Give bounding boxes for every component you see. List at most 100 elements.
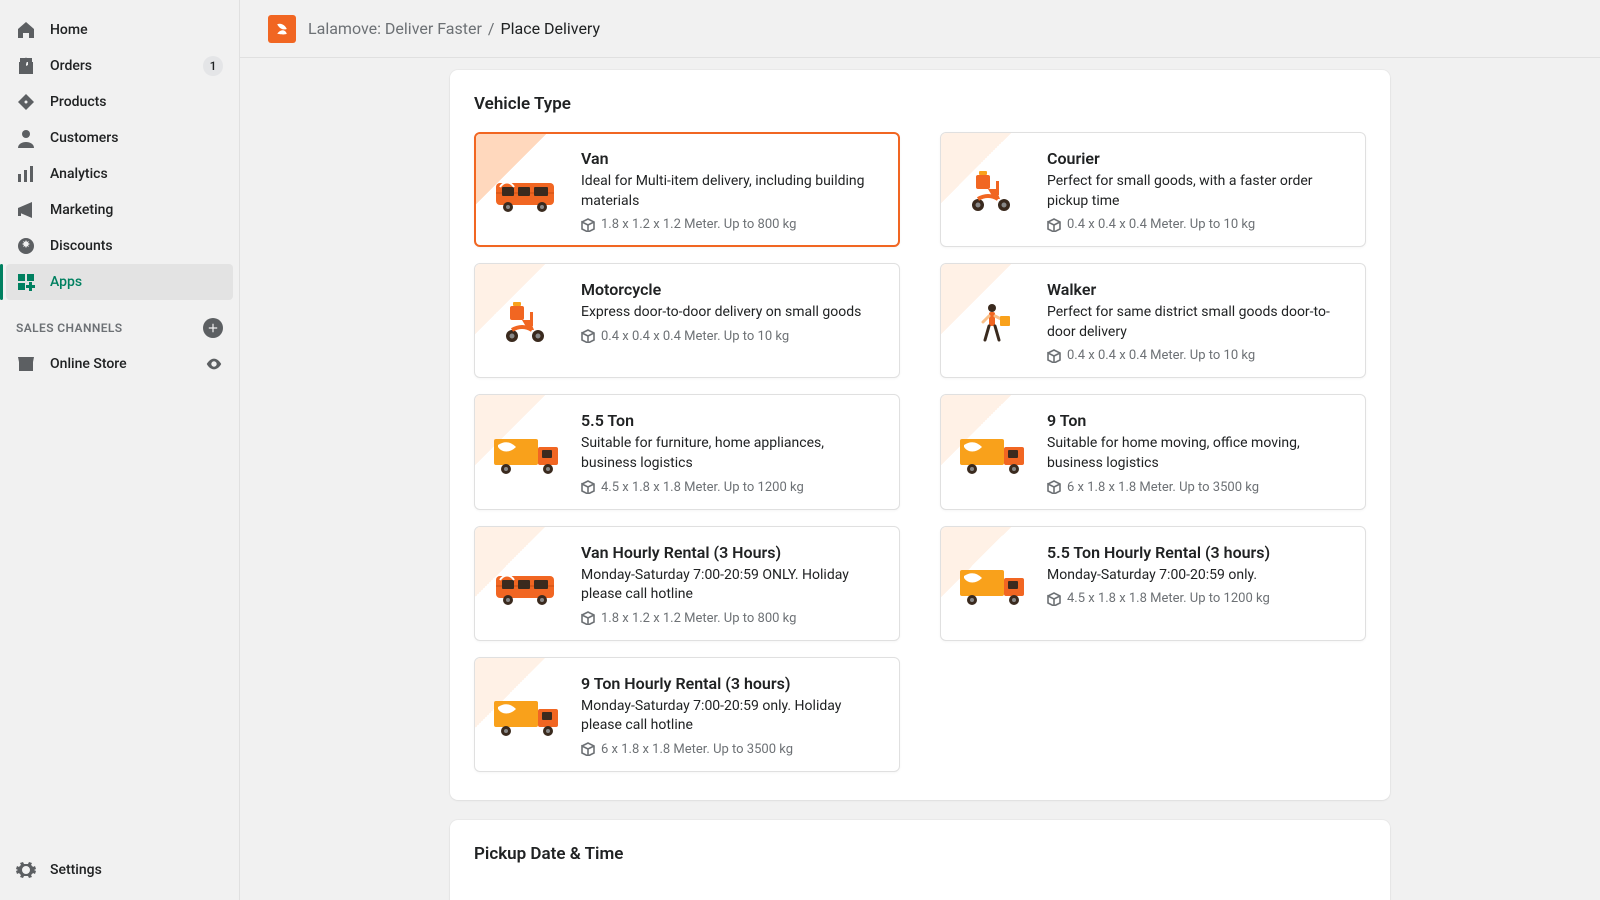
nav-item-label: Products [50,94,107,110]
vehicle-spec-text: 4.5 x 1.8 x 1.8 Meter. Up to 1200 kg [601,480,804,495]
vehicle-option-5-5-ton-hourly-rental-3-hours-[interactable]: 5.5 Ton Hourly Rental (3 hours) Monday-Sa… [940,526,1366,641]
vehicle-spec-text: 6 x 1.8 x 1.8 Meter. Up to 3500 kg [1067,480,1259,495]
channel-online-store[interactable]: Online Store [0,346,239,382]
vehicle-spec: 4.5 x 1.8 x 1.8 Meter. Up to 1200 kg [581,480,881,495]
vehicle-desc: Monday-Saturday 7:00-20:59 only. Holiday… [581,697,881,736]
breadcrumb-app[interactable]: Lalamove: Deliver Faster [308,19,482,38]
pickup-card: Pickup Date & Time [450,820,1390,900]
marketing-icon [16,200,36,220]
vehicle-van-icon [489,149,567,232]
breadcrumb-separator: / [488,19,495,38]
vehicle-spec: 1.8 x 1.2 x 1.2 Meter. Up to 800 kg [581,611,881,626]
vehicle-body: 9 Ton Hourly Rental (3 hours) Monday-Satu… [581,674,881,757]
vehicle-desc: Monday-Saturday 7:00-20:59 ONLY. Holiday… [581,566,881,605]
settings-link[interactable]: Settings [0,846,239,900]
settings-label: Settings [50,862,102,878]
nav-item-marketing[interactable]: Marketing [6,192,233,228]
breadcrumb: Lalamove: Deliver Faster / Place Deliver… [308,19,600,38]
vehicle-body: WalkerPerfect for same district small go… [1047,280,1347,363]
home-icon [16,20,36,40]
vehicle-option-courier[interactable]: CourierPerfect for small goods, with a f… [940,132,1366,247]
vehicle-body: Van Hourly Rental (3 Hours)Monday-Saturd… [581,543,881,626]
topbar: Lalamove: Deliver Faster / Place Deliver… [240,0,1600,58]
box-icon [581,480,595,494]
vehicle-van-icon [489,543,567,626]
nav-item-analytics[interactable]: Analytics [6,156,233,192]
vehicle-name: 9 Ton Hourly Rental (3 hours) [581,674,881,693]
view-store-icon[interactable] [205,355,223,373]
box-icon [1047,218,1061,232]
pickup-title: Pickup Date & Time [474,844,1366,864]
nav-item-orders[interactable]: Orders1 [6,48,233,84]
nav-item-customers[interactable]: Customers [6,120,233,156]
box-icon [1047,480,1061,494]
vehicle-spec: 6 x 1.8 x 1.8 Meter. Up to 3500 kg [581,742,881,757]
nav-item-discounts[interactable]: Discounts [6,228,233,264]
vehicle-truck-icon [489,674,567,757]
nav-list: Home Orders1 Products Customers Analytics Mar… [0,12,239,300]
vehicle-option-motorcycle[interactable]: MotorcycleExpress door-to-door delivery … [474,263,900,378]
vehicle-grid: Van Ideal for Multi-item delivery, includ… [474,132,1366,772]
main: Lalamove: Deliver Faster / Place Deliver… [240,0,1600,900]
vehicle-name: Motorcycle [581,280,881,299]
vehicle-body: MotorcycleExpress door-to-door delivery … [581,280,881,363]
box-icon [581,218,595,232]
box-icon [1047,592,1061,606]
nav-item-label: Marketing [50,202,113,218]
channels-list: Online Store [0,346,239,382]
vehicle-spec: 6 x 1.8 x 1.8 Meter. Up to 3500 kg [1047,480,1347,495]
vehicle-body: 5.5 Ton Hourly Rental (3 hours) Monday-Sa… [1047,543,1347,626]
box-icon [581,611,595,625]
store-icon [16,354,36,374]
vehicle-scooter-icon [955,149,1033,232]
nav-item-label: Customers [50,130,118,146]
vehicle-name: 5.5 Ton [581,411,881,430]
nav-item-label: Discounts [50,238,113,254]
vehicle-option-van[interactable]: Van Ideal for Multi-item delivery, includ… [474,132,900,247]
add-channel-button[interactable] [203,318,223,338]
vehicle-truck-icon [955,411,1033,494]
nav-item-home[interactable]: Home [6,12,233,48]
vehicle-desc: Suitable for furniture, home appliances,… [581,434,881,473]
vehicle-option-9-ton[interactable]: 9 TonSuitable for home moving, office mo… [940,394,1366,509]
vehicle-spec-text: 0.4 x 0.4 x 0.4 Meter. Up to 10 kg [1067,217,1255,232]
vehicle-option-9-ton-hourly-rental-3-hours-[interactable]: 9 Ton Hourly Rental (3 hours) Monday-Satu… [474,657,900,772]
nav-item-label: Apps [50,274,82,290]
vehicle-desc: Ideal for Multi-item delivery, including… [581,172,881,211]
analytics-icon [16,164,36,184]
breadcrumb-page: Place Delivery [501,19,601,38]
vehicle-body: 5.5 Ton Suitable for furniture, home appl… [581,411,881,494]
nav-item-label: Analytics [50,166,108,182]
apps-icon [16,272,36,292]
sales-channels-label: SALES CHANNELS [16,321,123,335]
nav-item-label: Orders [50,58,92,74]
box-icon [581,742,595,756]
vehicle-truck-icon [489,411,567,494]
vehicle-spec-text: 0.4 x 0.4 x 0.4 Meter. Up to 10 kg [601,329,789,344]
vehicle-truck-icon [955,543,1033,626]
vehicle-walker-icon [955,280,1033,363]
vehicle-name: Courier [1047,149,1347,168]
vehicle-name: Van [581,149,881,168]
vehicle-option-walker[interactable]: WalkerPerfect for same district small go… [940,263,1366,378]
vehicle-body: CourierPerfect for small goods, with a f… [1047,149,1347,232]
vehicle-spec-text: 4.5 x 1.8 x 1.8 Meter. Up to 1200 kg [1067,591,1270,606]
box-icon [581,329,595,343]
nav-item-label: Home [50,22,88,38]
vehicle-body: Van Ideal for Multi-item delivery, includ… [581,149,881,232]
content-scroll[interactable]: Vehicle Type Van Ideal for Multi-item del… [240,58,1600,900]
vehicle-type-title: Vehicle Type [474,94,1366,114]
vehicle-option-van-hourly-rental-3-hours-[interactable]: Van Hourly Rental (3 Hours)Monday-Saturd… [474,526,900,641]
vehicle-spec-text: 1.8 x 1.2 x 1.2 Meter. Up to 800 kg [601,611,796,626]
customers-icon [16,128,36,148]
products-icon [16,92,36,112]
nav-item-apps[interactable]: Apps [6,264,233,300]
vehicle-desc: Perfect for same district small goods do… [1047,303,1347,342]
channel-label: Online Store [50,356,127,372]
nav-item-products[interactable]: Products [6,84,233,120]
vehicle-type-card: Vehicle Type Van Ideal for Multi-item del… [450,70,1390,800]
vehicle-name: 5.5 Ton Hourly Rental (3 hours) [1047,543,1347,562]
vehicle-desc: Monday-Saturday 7:00-20:59 only. [1047,566,1347,586]
vehicle-option-5-5-ton[interactable]: 5.5 Ton Suitable for furniture, home appl… [474,394,900,509]
discounts-icon [16,236,36,256]
